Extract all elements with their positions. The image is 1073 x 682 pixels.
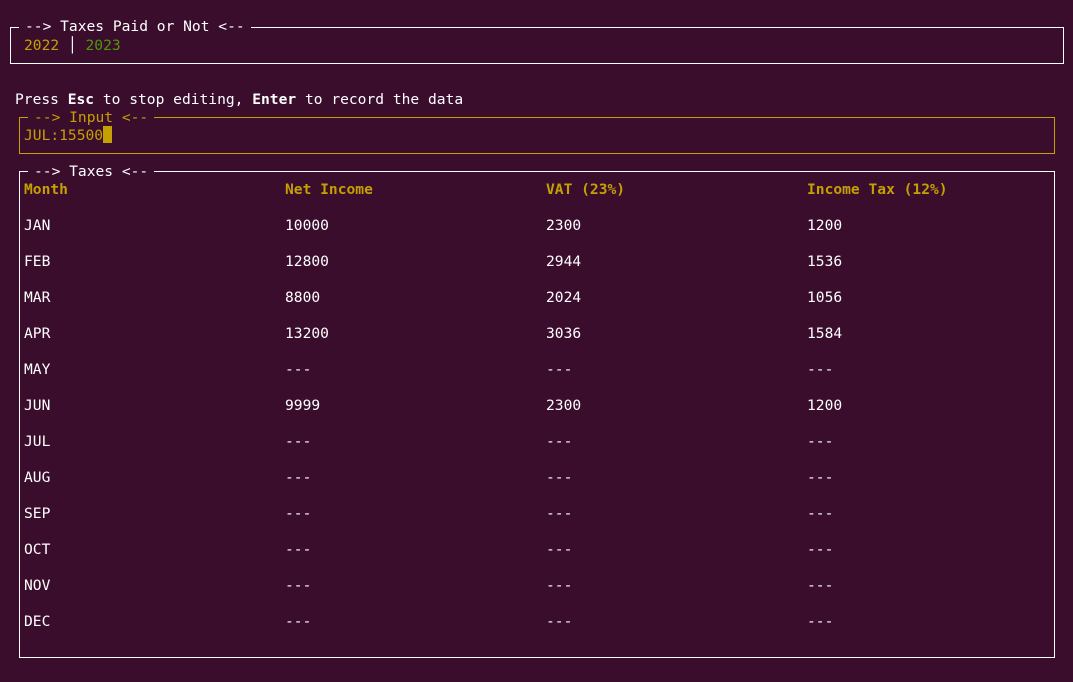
table-cell: --- (546, 541, 573, 558)
hint-esc-key: Esc (67, 91, 95, 108)
column-header: Month (24, 181, 68, 198)
column-header: VAT (23%) (546, 181, 626, 198)
tab-2022[interactable]: 2022 (24, 37, 59, 54)
year-tabs-title: --> Taxes Paid or Not <-- (19, 17, 251, 37)
table-cell: --- (285, 577, 312, 594)
table-cell: JUN (24, 397, 51, 414)
table-cell: --- (546, 433, 573, 450)
table-row: MAR 8800 2024 1056 (24, 288, 1052, 308)
table-row: AUG --- --- --- (24, 468, 1052, 488)
input-text[interactable]: JUL:15500 (24, 127, 103, 144)
table-cell: 3036 (546, 325, 582, 342)
table-cell: 13200 (285, 325, 329, 342)
editing-hint: Press Esc to stop editing, Enter to reco… (15, 90, 463, 110)
table-cell: --- (285, 361, 312, 378)
table-cell: 1584 (807, 325, 843, 342)
table-row: NOV --- --- --- (24, 576, 1052, 596)
table-row: JAN 10000 2300 1200 (24, 216, 1052, 236)
input-title: --> Input <-- (28, 108, 155, 128)
table-cell: FEB (24, 253, 51, 270)
table-cell: 2300 (546, 217, 582, 234)
table-cell: --- (807, 469, 834, 486)
table-cell: --- (807, 433, 834, 450)
table-cell: --- (546, 577, 573, 594)
table-cell: JUL (24, 433, 51, 450)
input-field[interactable]: JUL:15500 (24, 126, 113, 146)
input-panel: --> Input <-- JUL:15500 (19, 108, 1055, 154)
taxes-panel: --> Taxes <-- Month Net Income VAT (23%) In… (19, 162, 1055, 658)
table-cell: APR (24, 325, 51, 342)
table-cell: --- (285, 433, 312, 450)
table-header-row: Month Net Income VAT (23%) Income Tax (12%) (24, 180, 1052, 200)
table-cell: 1536 (807, 253, 843, 270)
table-cell: --- (546, 469, 573, 486)
table-cell: 9999 (285, 397, 321, 414)
table-cell: JAN (24, 217, 51, 234)
table-cell: DEC (24, 613, 51, 630)
column-header: Net Income (285, 181, 373, 198)
table-row: DEC --- --- --- (24, 612, 1052, 632)
tab-separator: │ (59, 37, 86, 54)
table-cell: --- (807, 361, 834, 378)
table-cell: 1056 (807, 289, 843, 306)
table-cell: MAR (24, 289, 51, 306)
table-cell: 12800 (285, 253, 329, 270)
table-cell: SEP (24, 505, 51, 522)
hint-press: Press (15, 91, 68, 108)
table-row: MAY --- --- --- (24, 360, 1052, 380)
table-cell: --- (285, 505, 312, 522)
table-row: OCT --- --- --- (24, 540, 1052, 560)
table-row: JUN 9999 2300 1200 (24, 396, 1052, 416)
table-cell: --- (807, 577, 834, 594)
year-tabs-panel: --> Taxes Paid or Not <-- 2022 │ 2023 (10, 17, 1064, 64)
table-cell: NOV (24, 577, 51, 594)
table-cell: OCT (24, 541, 51, 558)
table-cell: 2024 (546, 289, 582, 306)
hint-enter-key: Enter (252, 91, 297, 108)
hint-middle: to stop editing, (94, 91, 253, 108)
year-tabs: 2022 │ 2023 (24, 36, 121, 56)
table-cell: 10000 (285, 217, 329, 234)
table-cell: 2300 (546, 397, 582, 414)
table-cell: --- (285, 469, 312, 486)
table-cell: 1200 (807, 217, 843, 234)
table-cell: 1200 (807, 397, 843, 414)
text-cursor (103, 126, 113, 143)
taxes-title: --> Taxes <-- (28, 162, 155, 182)
table-row: APR 13200 3036 1584 (24, 324, 1052, 344)
table-row: JUL --- --- --- (24, 432, 1052, 452)
table-row: FEB 12800 2944 1536 (24, 252, 1052, 272)
table-cell: --- (285, 613, 312, 630)
table-cell: --- (546, 505, 573, 522)
hint-end: to record the data (296, 91, 464, 108)
table-cell: 8800 (285, 289, 321, 306)
table-cell: --- (807, 613, 834, 630)
column-header: Income Tax (12%) (807, 181, 948, 198)
table-cell: MAY (24, 361, 51, 378)
table-cell: 2944 (546, 253, 582, 270)
table-cell: --- (807, 505, 834, 522)
table-row: SEP --- --- --- (24, 504, 1052, 524)
table-cell: --- (285, 541, 312, 558)
table-cell: --- (546, 613, 573, 630)
table-cell: --- (807, 541, 834, 558)
table-cell: AUG (24, 469, 51, 486)
table-cell: --- (546, 361, 573, 378)
tab-2023[interactable]: 2023 (86, 37, 121, 54)
